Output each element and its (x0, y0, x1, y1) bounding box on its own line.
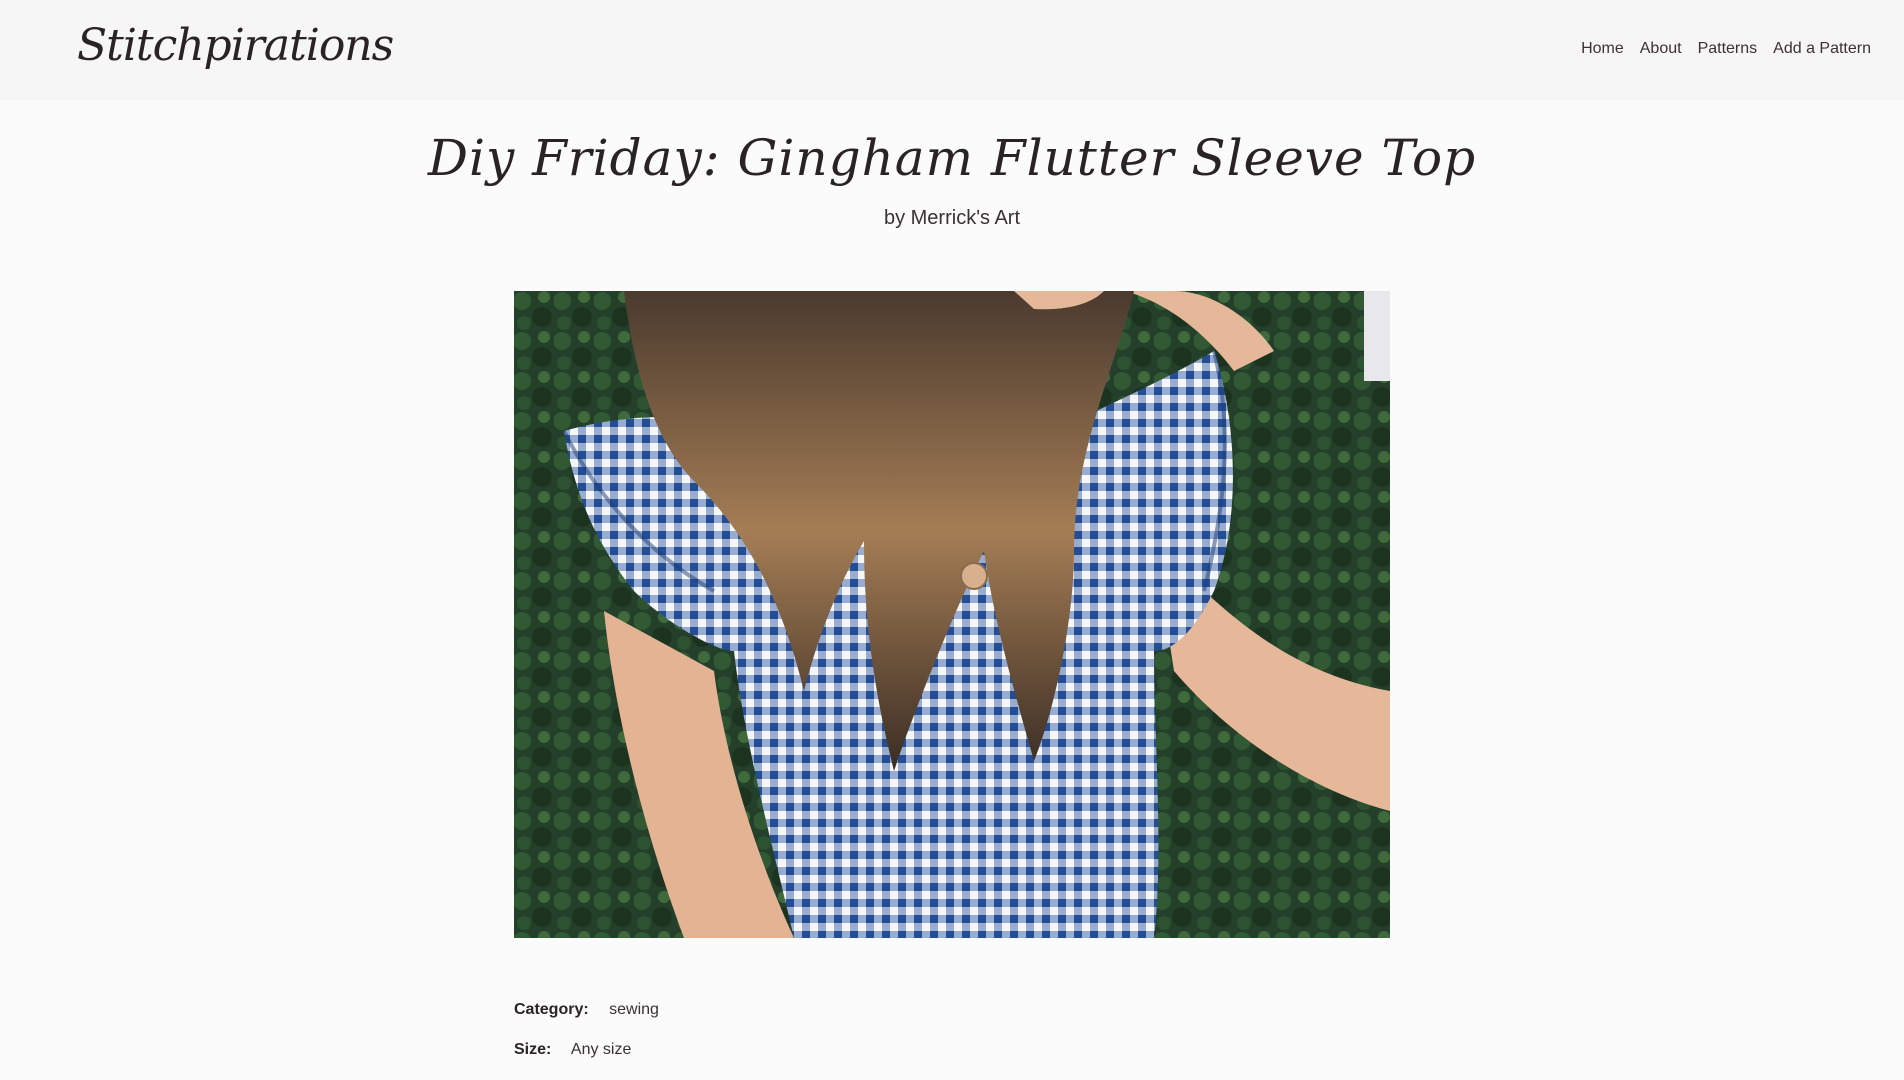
pattern-photo-illustration (514, 291, 1390, 938)
size-value: Any size (570, 1041, 632, 1058)
page-title: Diy Friday: Gingham Flutter Sleeve Top (427, 129, 1477, 187)
nav-add-pattern-link[interactable]: Add a Pattern (1765, 36, 1879, 62)
size-label: Size: (514, 1041, 552, 1058)
main-nav: Home About Patterns Add a Pattern (1573, 36, 1879, 62)
nav-patterns-link[interactable]: Patterns (1690, 36, 1766, 62)
pattern-photo (514, 291, 1390, 938)
size-row: Size: Any size (514, 1041, 631, 1059)
nav-home-link[interactable]: Home (1573, 36, 1632, 62)
category-label: Category: (514, 1001, 589, 1018)
category-row: Category: sewing (514, 1001, 659, 1019)
site-logo[interactable]: Stitchpirations (77, 14, 394, 78)
navbar: Stitchpirations Home About Patterns Add … (0, 0, 1904, 100)
category-value: sewing (609, 1001, 659, 1018)
nav-about-link[interactable]: About (1632, 36, 1690, 62)
author-byline: by Merrick's Art (883, 207, 1021, 229)
